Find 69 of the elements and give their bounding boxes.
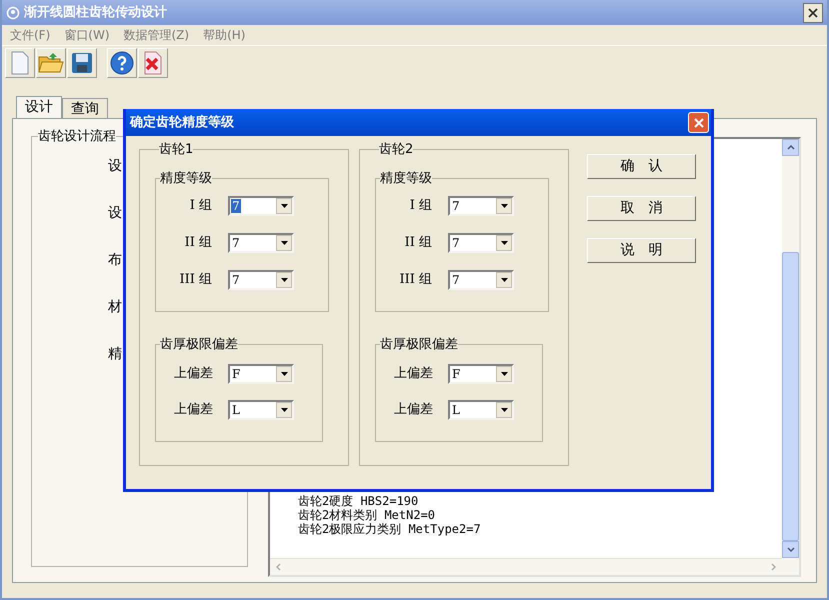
group-title: 精度等级	[380, 171, 432, 186]
save-icon[interactable]	[67, 48, 97, 78]
menu-item[interactable]: 窗口(W)	[64, 26, 110, 44]
dropdown[interactable]: F	[228, 364, 294, 384]
group-label: III 组	[398, 271, 433, 290]
deviation-label: 上偏差	[393, 365, 434, 384]
dropdown-value: F	[231, 367, 242, 381]
menu-item[interactable]: 文件(F)	[10, 26, 50, 44]
flow-step-label[interactable]: 设	[108, 204, 122, 222]
scroll-up-icon[interactable]	[782, 139, 799, 156]
dropdown-value: 7	[231, 236, 241, 250]
group-title: 齿厚极限偏差	[160, 337, 238, 352]
dropdown-value: 7	[451, 273, 461, 287]
output-line: 齿轮2材料类别 MetN2=0	[298, 508, 436, 522]
delete-file-icon[interactable]	[138, 48, 168, 78]
output-line: 齿轮2极限应力类别 MetType2=7	[298, 522, 482, 536]
group-title: 齿厚极限偏差	[380, 337, 458, 352]
close-icon	[694, 118, 704, 128]
open-folder-icon[interactable]	[36, 48, 66, 78]
group-title: 齿轮2	[379, 142, 414, 157]
dropdown-value: L	[231, 403, 241, 417]
dropdown-value: F	[451, 367, 462, 381]
flow-step-label[interactable]: 设	[108, 156, 122, 176]
close-button[interactable]	[803, 2, 823, 22]
group-label: III 组	[178, 271, 213, 290]
dropdown[interactable]: L	[228, 400, 294, 420]
dropdown[interactable]: 7	[448, 270, 514, 290]
app-icon	[6, 6, 20, 20]
group-label: II 组	[404, 234, 433, 252]
group-label: I 组	[188, 197, 213, 216]
dropdown[interactable]: 7	[448, 233, 514, 253]
deviation-label: 上偏差	[173, 401, 214, 420]
dropdown-value: 7	[451, 199, 461, 213]
menu-item[interactable]: 帮助(H)	[203, 26, 246, 44]
group-title: 齿轮设计流程	[38, 128, 116, 146]
deviation-label: 上偏差	[173, 365, 214, 384]
menu-item[interactable]: 数据管理(Z)	[124, 26, 190, 44]
dialog-button[interactable]: 取 消	[587, 196, 696, 221]
dropdown[interactable]: 7	[228, 233, 294, 253]
dialog-button[interactable]: 确 认	[587, 154, 696, 179]
dropdown-value: 7	[451, 236, 461, 250]
deviation-label: 上偏差	[393, 401, 434, 420]
tab[interactable]: 设计	[16, 96, 62, 118]
close-icon	[808, 8, 818, 18]
dropdown[interactable]: F	[448, 364, 514, 384]
group-label: I 组	[408, 197, 433, 216]
flow-step-label[interactable]: 精	[108, 344, 122, 364]
scroll-thumb[interactable]	[782, 252, 799, 541]
window-title: 渐开线圆柱齿轮传动设计	[24, 4, 167, 22]
help-icon[interactable]	[107, 48, 137, 78]
dropdown[interactable]: 7	[448, 196, 514, 216]
group-title: 精度等级	[160, 171, 212, 186]
dropdown-value: 7	[231, 199, 241, 213]
dialog-button[interactable]: 说 明	[587, 238, 696, 263]
dropdown[interactable]: 7	[228, 270, 294, 290]
dropdown-value: 7	[231, 273, 241, 287]
group-label: II 组	[184, 234, 213, 252]
group-title: 齿轮1	[159, 142, 194, 157]
dropdown[interactable]: 7	[228, 196, 294, 216]
scroll-down-icon[interactable]	[782, 541, 799, 558]
dropdown-value: L	[451, 403, 461, 417]
flow-step-label[interactable]: 材	[108, 298, 122, 316]
tab[interactable]: 查询	[62, 98, 108, 118]
dropdown[interactable]: L	[448, 400, 514, 420]
new-file-icon[interactable]	[5, 48, 35, 78]
vertical-scrollbar[interactable]	[782, 139, 799, 575]
flow-step-label[interactable]: 布	[108, 250, 122, 270]
dialog-title: 确定齿轮精度等级	[130, 114, 234, 132]
output-line: 齿轮2硬度 HBS2=190	[298, 494, 420, 508]
